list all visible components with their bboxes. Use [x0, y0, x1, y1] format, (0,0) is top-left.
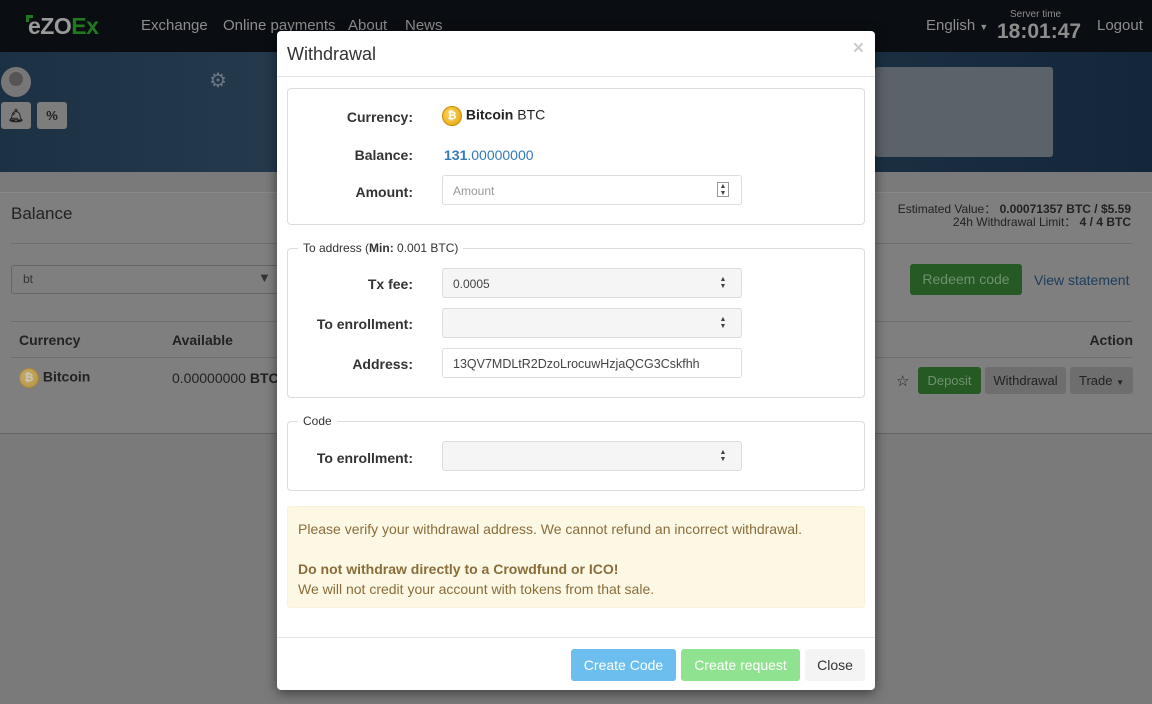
favorite-star-icon[interactable]: ☆ [896, 372, 909, 390]
redeem-code-button[interactable]: Redeem code [910, 264, 1022, 295]
deposit-button[interactable]: Deposit [918, 367, 981, 394]
notifications-button[interactable]: 🔔︎ [1, 102, 31, 129]
withdrawal-button[interactable]: Withdrawal [985, 367, 1066, 394]
currency-value: ₿ Bitcoin BTC [442, 106, 545, 126]
spinner-icon[interactable]: ▲ ▼ [717, 276, 729, 291]
close-icon[interactable]: × [853, 38, 864, 60]
code-enrollment-input[interactable]: ▲ ▼ [442, 441, 742, 471]
enrollment-input[interactable]: ▲ ▼ [442, 308, 742, 338]
avatar[interactable] [1, 67, 31, 97]
caret-down-icon: ▼ [1116, 378, 1125, 387]
address-input[interactable]: 13QV7MDLtR2DzoLrocuwHzjaQCG3Cskfhh [442, 348, 742, 378]
code-legend: Code [298, 414, 337, 428]
currency-fieldset: Currency: ₿ Bitcoin BTC Balance: 131.000… [287, 88, 865, 225]
enrollment-label: To enrollment: [316, 316, 413, 332]
col-action: Action [1089, 332, 1133, 348]
settings-gears-icon[interactable]: ⚙ [209, 68, 227, 93]
trade-dropdown[interactable]: Trade ▼ [1070, 367, 1133, 394]
spinner-icon[interactable]: ▲ ▼ [717, 182, 729, 197]
create-request-button[interactable]: Create request [681, 649, 800, 681]
spinner-icon[interactable]: ▲ ▼ [717, 316, 729, 331]
close-button[interactable]: Close [805, 649, 865, 681]
modal-title: Withdrawal [287, 44, 377, 64]
language-dropdown[interactable]: English ▼ [926, 17, 988, 34]
create-code-button[interactable]: Create Code [571, 649, 676, 681]
withdrawal-warning: Please verify your withdrawal address. W… [287, 506, 865, 608]
withdrawal-modal: Withdrawal × Currency: ₿ Bitcoin BTC Bal… [277, 31, 875, 690]
amount-input[interactable]: Amount ▲ ▼ [442, 175, 742, 205]
server-time-label: Server time [1010, 9, 1062, 20]
filter-icon: ▼ [258, 270, 271, 285]
col-currency[interactable]: Currency [19, 332, 80, 348]
col-available[interactable]: Available [172, 332, 233, 348]
view-statement-link[interactable]: View statement [1034, 272, 1129, 288]
address-legend: To address (Min: 0.001 BTC) [298, 241, 464, 255]
txfee-label: Tx fee: [367, 276, 413, 292]
code-fieldset: Code To enrollment: ▲ ▼ [287, 414, 865, 491]
logout-link[interactable]: Logout [1097, 17, 1143, 34]
address-label: Address: [352, 356, 413, 372]
spinner-icon[interactable]: ▲ ▼ [717, 449, 729, 464]
currency-filter-input[interactable]: bt ▼ [11, 265, 281, 294]
balance-label: Balance: [354, 147, 413, 163]
balance-summary: Estimated Value： 0.00071357 BTC / $5.59 … [897, 202, 1131, 229]
info-box [875, 67, 1053, 157]
logo[interactable]: eZOEx [26, 13, 99, 40]
bell-icon: 🔔︎ [7, 108, 25, 123]
address-fieldset: To address (Min: 0.001 BTC) Tx fee: 0.00… [287, 241, 865, 398]
bitcoin-icon: ₿ [19, 368, 39, 388]
nav-exchange[interactable]: Exchange [141, 17, 208, 34]
fees-button[interactable]: % [37, 102, 67, 129]
amount-label: Amount: [355, 184, 413, 200]
balance-title: Balance [11, 204, 73, 223]
currency-label: Currency: [346, 109, 413, 125]
table-row-currency: ₿ Bitcoin [19, 368, 90, 388]
bitcoin-icon: ₿ [442, 106, 462, 126]
txfee-input[interactable]: 0.0005 ▲ ▼ [442, 268, 742, 298]
caret-down-icon: ▼ [979, 22, 989, 32]
server-time: 18:01:47 [997, 20, 1082, 43]
table-row-available: 0.00000000 BTC [172, 370, 279, 386]
balance-value[interactable]: 131.00000000 [444, 147, 534, 163]
code-enrollment-label: To enrollment: [316, 450, 413, 466]
